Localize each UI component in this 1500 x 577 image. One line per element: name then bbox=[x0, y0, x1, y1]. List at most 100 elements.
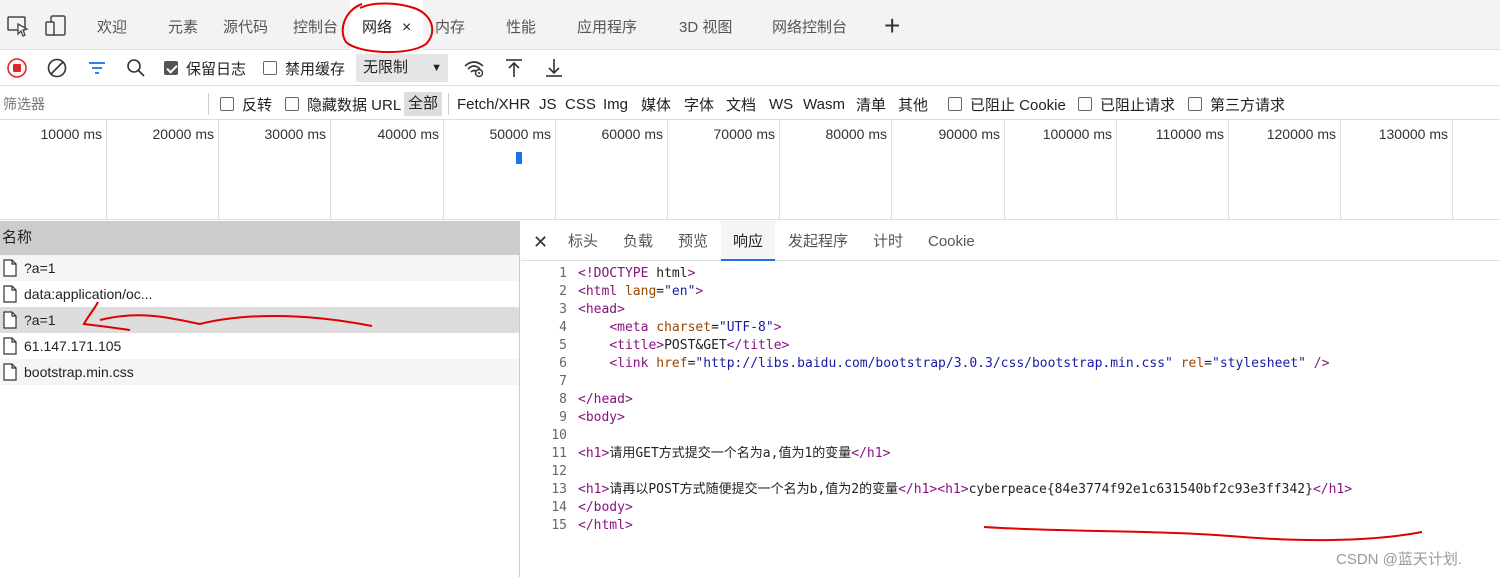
tab-performance[interactable]: 性能 bbox=[506, 0, 536, 50]
network-toolbar: 保留日志 禁用缓存 bbox=[0, 50, 1500, 86]
device-emulation-icon[interactable] bbox=[44, 14, 68, 38]
filter-icon[interactable] bbox=[86, 56, 108, 80]
tab-memory[interactable]: 内存 bbox=[435, 0, 465, 50]
tab-sources[interactable]: 源代码 bbox=[223, 0, 268, 50]
response-source-view[interactable]: 1 <!DOCTYPE html> 2 <html lang="en"> 3 <head>… bbox=[521, 265, 1500, 535]
column-header-name[interactable]: 名称 bbox=[0, 221, 519, 255]
request-row[interactable]: ?a=1 bbox=[0, 255, 519, 281]
request-row[interactable]: 61.147.171.105 bbox=[0, 333, 519, 359]
type-filter-img[interactable]: Img bbox=[603, 94, 628, 114]
request-row[interactable]: bootstrap.min.css bbox=[0, 359, 519, 385]
tab-response[interactable]: 响应 bbox=[721, 221, 776, 261]
type-filter-ws[interactable]: WS bbox=[769, 94, 793, 114]
line-number: 11 bbox=[551, 446, 567, 461]
request-row-selected[interactable]: ?a=1 bbox=[0, 307, 519, 333]
type-filter-all[interactable]: 全部 bbox=[404, 92, 442, 116]
third-party-checkbox[interactable]: 第三方请求 bbox=[1188, 94, 1285, 114]
request-row[interactable]: data:application/oc... bbox=[0, 281, 519, 307]
tab-3d-view[interactable]: 3D 视图 bbox=[679, 0, 732, 50]
timeline-gridline bbox=[1116, 120, 1117, 220]
timeline-tick-label: 30000 ms bbox=[264, 126, 326, 142]
tab-initiator[interactable]: 发起程序 bbox=[788, 221, 848, 261]
line-number: 3 bbox=[559, 302, 567, 317]
request-name: ?a=1 bbox=[24, 312, 56, 328]
type-filter-other[interactable]: 其他 bbox=[898, 94, 928, 114]
timeline-gridline bbox=[106, 120, 107, 220]
line-number: 10 bbox=[551, 428, 567, 443]
filter-bar: 反转 隐藏数据 URL Fetch/XHR JS CSS Img 媒体 字体 文… bbox=[0, 87, 1500, 120]
type-filter-fetch-xhr[interactable]: Fetch/XHR bbox=[457, 94, 530, 114]
line-source: <meta charset="UTF-8"> bbox=[609, 320, 782, 335]
tab-cookies[interactable]: Cookie bbox=[928, 221, 975, 261]
overview-timeline[interactable]: 10000 ms 20000 ms 30000 ms 40000 ms 50000 ms… bbox=[0, 120, 1500, 220]
timeline-tick-label: 60000 ms bbox=[601, 126, 663, 142]
line-number: 13 bbox=[551, 482, 567, 497]
code-line: 14 </body> bbox=[521, 499, 1500, 517]
devtools-tab-bar: 欢迎 元素 源代码 控制台 网络 × 内存 性能 应用程序 3D 视图 网络控制台… bbox=[0, 0, 1500, 51]
tab-network[interactable]: 网络 × bbox=[350, 0, 424, 51]
filter-input[interactable] bbox=[0, 91, 204, 116]
type-filter-doc[interactable]: 文档 bbox=[726, 94, 756, 114]
tab-welcome[interactable]: 欢迎 bbox=[97, 0, 127, 50]
request-name: 61.147.171.105 bbox=[24, 338, 122, 354]
search-icon[interactable] bbox=[125, 56, 147, 80]
clear-icon[interactable] bbox=[46, 56, 68, 80]
hide-data-url-checkbox[interactable]: 隐藏数据 URL bbox=[285, 94, 401, 114]
timeline-gridline bbox=[1228, 120, 1229, 220]
tab-console[interactable]: 控制台 bbox=[293, 0, 338, 50]
file-icon bbox=[3, 337, 17, 355]
disable-cache-checkbox[interactable]: 禁用缓存 bbox=[263, 56, 345, 80]
overview-request-bar bbox=[516, 152, 522, 164]
blocked-cookies-label: 已阻止 Cookie bbox=[970, 96, 1066, 114]
line-number: 5 bbox=[559, 338, 567, 353]
tab-timing[interactable]: 计时 bbox=[873, 221, 903, 261]
checkbox-icon bbox=[263, 61, 277, 75]
type-filter-media[interactable]: 媒体 bbox=[641, 94, 671, 114]
third-party-label: 第三方请求 bbox=[1210, 96, 1286, 114]
record-icon[interactable] bbox=[6, 56, 28, 80]
chevron-down-icon: ▼ bbox=[431, 62, 442, 74]
throttle-value: 无限制 bbox=[363, 59, 409, 76]
type-filter-manifest[interactable]: 清单 bbox=[856, 94, 886, 114]
tab-payload[interactable]: 负载 bbox=[623, 221, 653, 261]
close-icon[interactable]: × bbox=[402, 19, 411, 36]
timeline-tick-label: 130000 ms bbox=[1378, 126, 1448, 142]
code-line: 15 </html> bbox=[521, 517, 1500, 535]
type-filter-wasm[interactable]: Wasm bbox=[803, 94, 845, 114]
timeline-tick-label: 100000 ms bbox=[1042, 126, 1112, 142]
timeline-tick-label: 50000 ms bbox=[489, 126, 551, 142]
type-filter-js[interactable]: JS bbox=[539, 94, 557, 114]
blocked-cookies-checkbox[interactable]: 已阻止 Cookie bbox=[948, 94, 1066, 114]
tab-network-console[interactable]: 网络控制台 bbox=[772, 0, 847, 50]
blocked-requests-checkbox[interactable]: 已阻止请求 bbox=[1078, 94, 1175, 114]
upload-har-icon[interactable] bbox=[503, 56, 525, 80]
tab-headers[interactable]: 标头 bbox=[568, 221, 598, 261]
line-source: </html> bbox=[578, 518, 633, 533]
throttle-select[interactable]: 无限制 ▼ bbox=[356, 54, 448, 82]
line-number: 1 bbox=[559, 266, 567, 281]
line-number: 2 bbox=[559, 284, 567, 299]
network-conditions-icon[interactable] bbox=[463, 56, 485, 80]
type-filter-css[interactable]: CSS bbox=[565, 94, 596, 114]
timeline-gridline bbox=[891, 120, 892, 220]
line-source: <html lang="en"> bbox=[578, 284, 704, 299]
timeline-tick-label: 110000 ms bbox=[1155, 126, 1224, 142]
disable-cache-label: 禁用缓存 bbox=[285, 60, 346, 78]
preserve-log-checkbox[interactable]: 保留日志 bbox=[164, 56, 246, 80]
timeline-gridline bbox=[555, 120, 556, 220]
timeline-gridline bbox=[1340, 120, 1341, 220]
line-number: 4 bbox=[559, 320, 567, 335]
timeline-gridline bbox=[443, 120, 444, 220]
inspect-element-icon[interactable] bbox=[6, 14, 30, 38]
invert-checkbox[interactable]: 反转 bbox=[220, 94, 272, 114]
timeline-tick-label: 20000 ms bbox=[152, 126, 214, 142]
type-filter-font[interactable]: 字体 bbox=[684, 94, 714, 114]
request-list: 名称 ?a=1 data:application/oc... ?a=1 61.1… bbox=[0, 221, 520, 577]
tab-elements[interactable]: 元素 bbox=[168, 0, 198, 50]
invert-label: 反转 bbox=[242, 96, 273, 114]
tab-preview[interactable]: 预览 bbox=[678, 221, 708, 261]
add-tab-icon[interactable]: + bbox=[884, 12, 900, 40]
close-icon[interactable]: ✕ bbox=[533, 221, 548, 261]
tab-application[interactable]: 应用程序 bbox=[577, 0, 637, 50]
download-har-icon[interactable] bbox=[543, 56, 565, 80]
